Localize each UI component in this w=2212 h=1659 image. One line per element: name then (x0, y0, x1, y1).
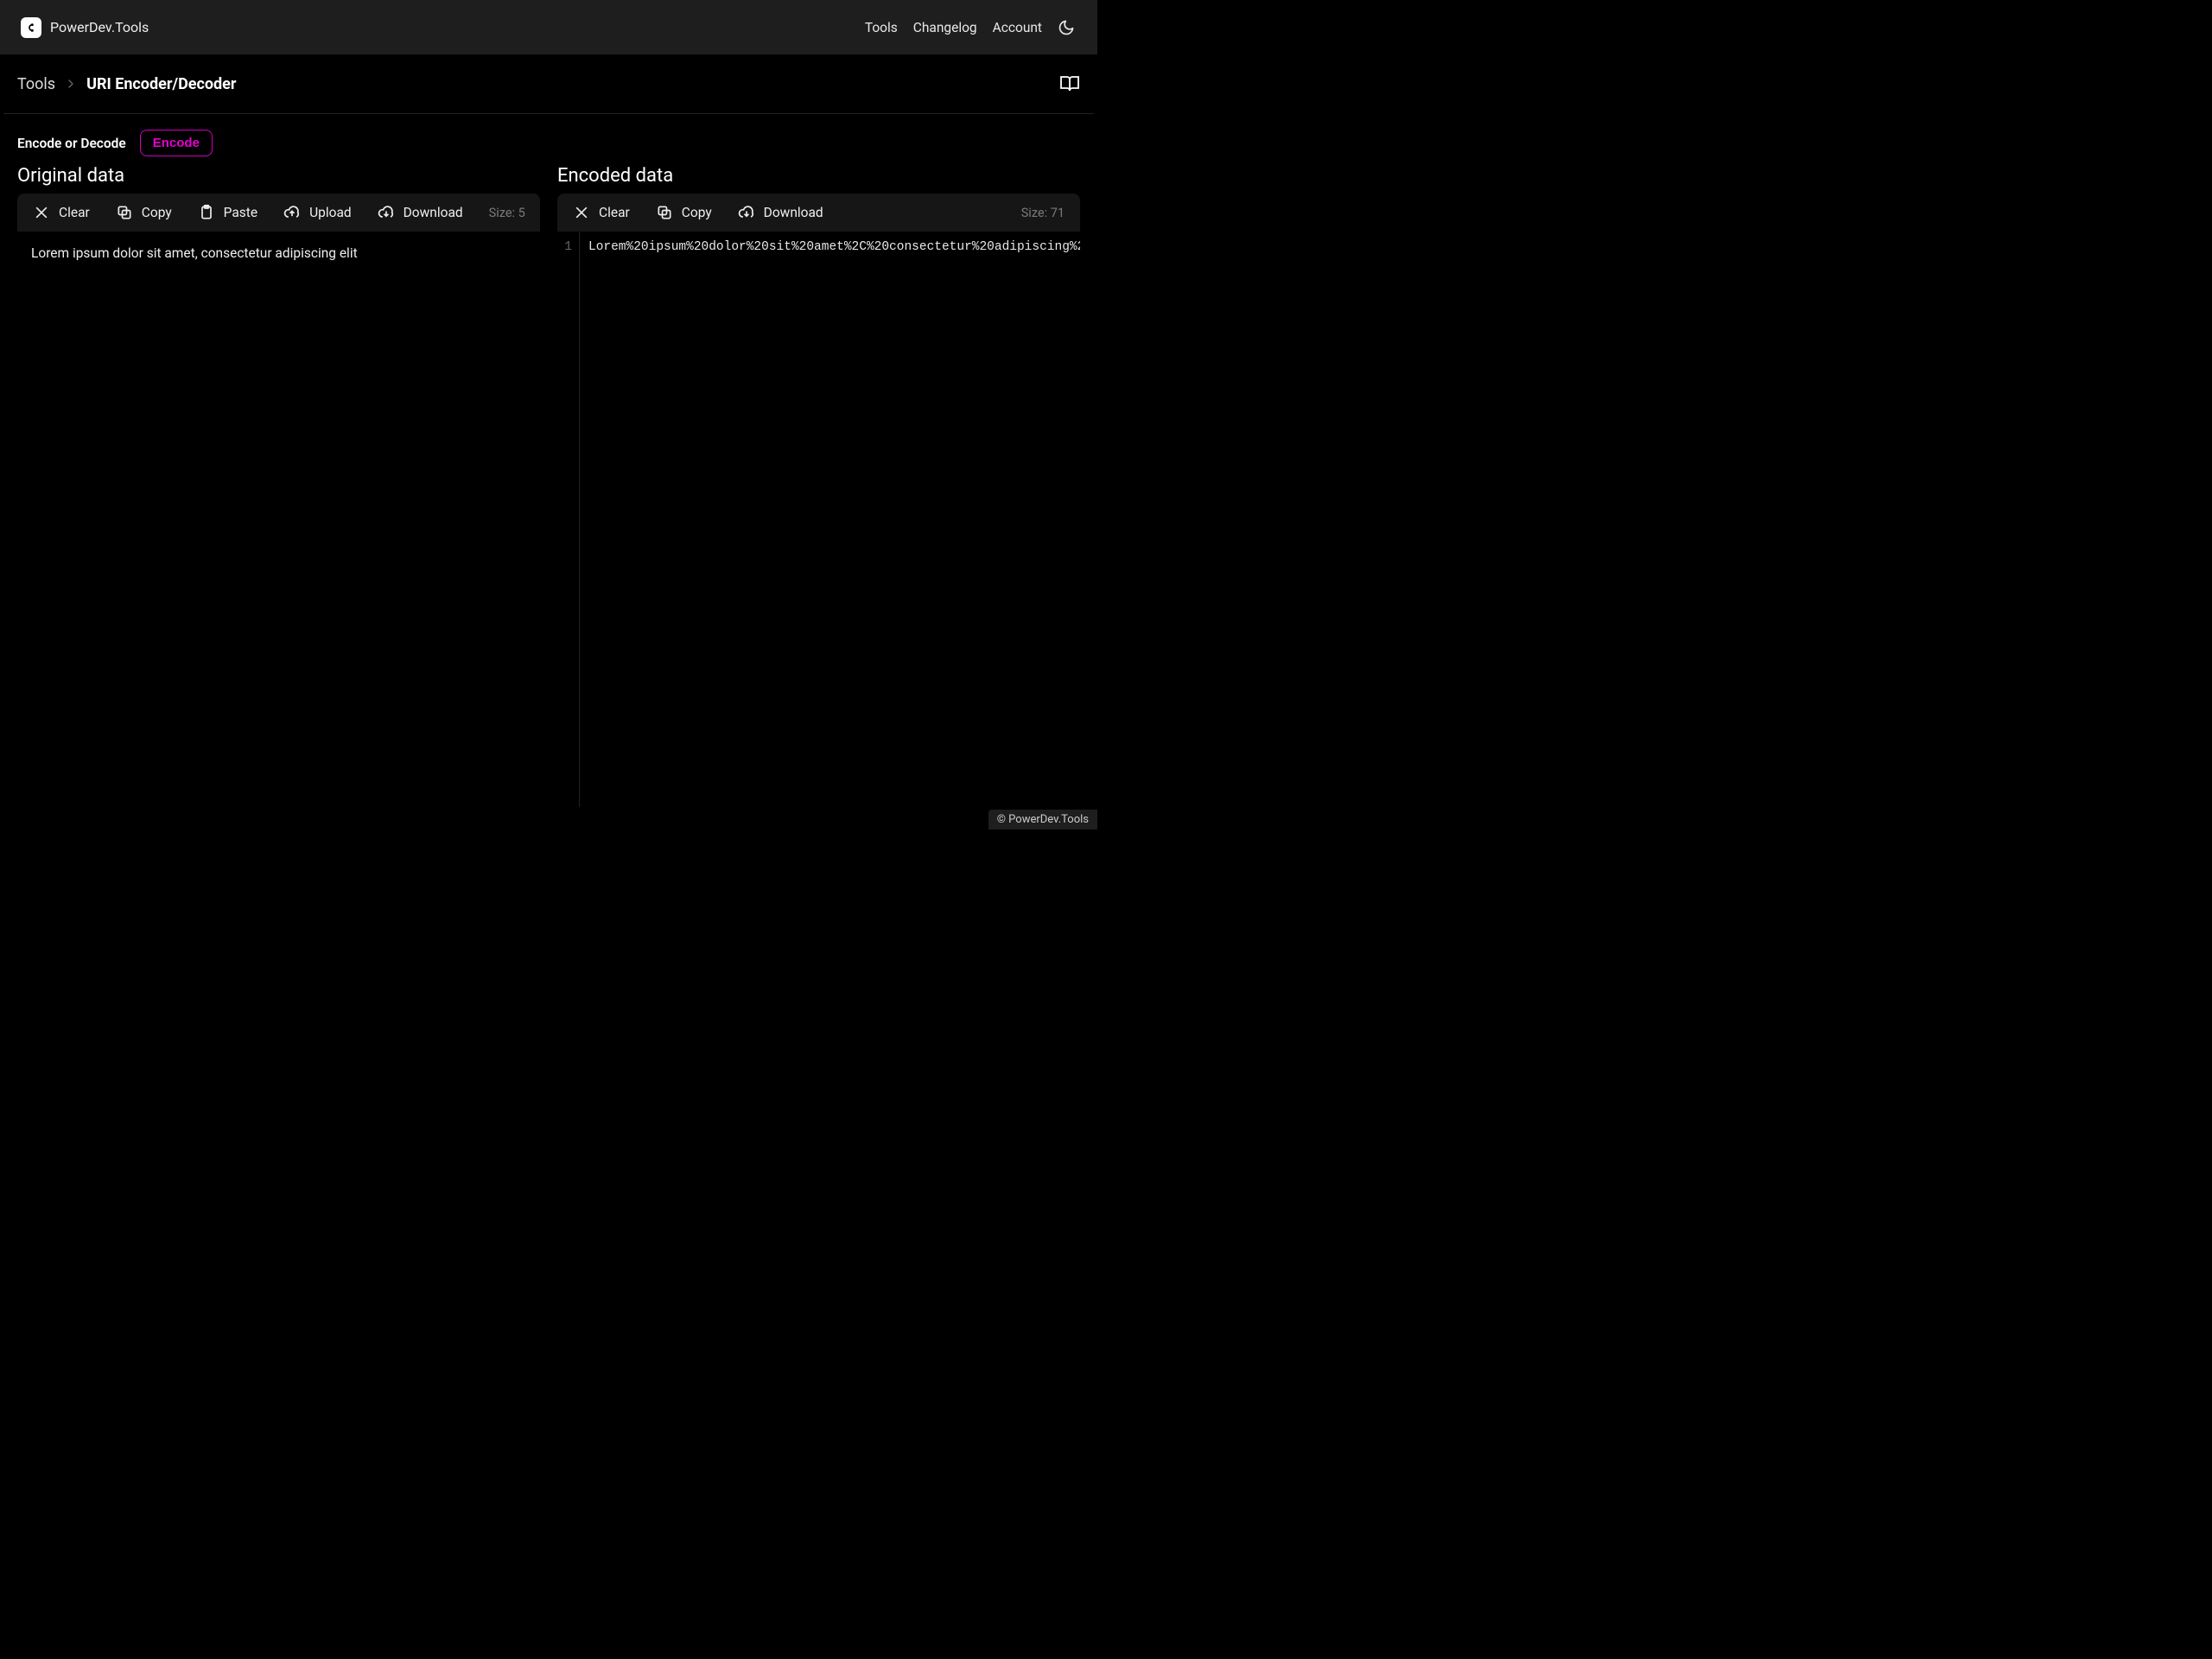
cloud-upload-icon (283, 204, 301, 221)
copy-icon (116, 204, 133, 221)
breadcrumb-parent[interactable]: Tools (17, 75, 55, 93)
original-size-label: Size: 5 (489, 206, 525, 220)
pane-original-box: Clear Copy Paste Upload (17, 194, 540, 807)
encoded-code: Lorem%20ipsum%20dolor%20sit%20amet%2C%20… (580, 232, 1080, 807)
encoded-toolbar: Clear Copy Download Size: 71 (557, 194, 1080, 232)
encoded-download-label: Download (764, 205, 823, 220)
mode-label: Encode or Decode (17, 136, 126, 151)
encoded-clear-button[interactable]: Clear (573, 204, 630, 221)
panes: Original data Clear Copy Paste (3, 165, 1094, 807)
brand[interactable]: PowerDev.Tools (21, 17, 149, 38)
pane-original: Original data Clear Copy Paste (17, 165, 540, 807)
docs-button[interactable] (1059, 73, 1080, 94)
encoded-copy-label: Copy (682, 205, 712, 220)
original-copy-button[interactable]: Copy (116, 204, 172, 221)
original-input[interactable] (17, 232, 540, 807)
nav-changelog[interactable]: Changelog (913, 20, 977, 35)
original-upload-label: Upload (309, 205, 352, 220)
clipboard-icon (198, 204, 215, 221)
pane-encoded-title: Encoded data (557, 165, 1080, 187)
chevron-right-icon (64, 77, 78, 91)
original-upload-button[interactable]: Upload (283, 204, 352, 221)
original-clear-label: Clear (59, 205, 90, 220)
moon-icon (1058, 19, 1075, 36)
original-clear-button[interactable]: Clear (33, 204, 90, 221)
original-paste-label: Paste (224, 205, 257, 220)
page-body: Tools URI Encoder/Decoder Encode or Deco… (3, 54, 1094, 807)
encoded-download-button[interactable]: Download (738, 204, 823, 221)
original-copy-label: Copy (142, 205, 172, 220)
cloud-download-icon (378, 204, 395, 221)
header-nav: Tools Changelog Account (865, 18, 1077, 37)
nav-account[interactable]: Account (993, 20, 1042, 35)
line-gutter: 1 (557, 232, 580, 807)
original-download-button[interactable]: Download (378, 204, 463, 221)
page-title: URI Encoder/Decoder (86, 75, 236, 93)
footer-copyright: © PowerDev.Tools (988, 810, 1097, 830)
brand-logo-icon (21, 17, 41, 38)
encoded-size-label: Size: 71 (1021, 206, 1065, 220)
brand-name: PowerDev.Tools (50, 19, 149, 35)
pane-encoded-box: Clear Copy Download Size: 71 1 (557, 194, 1080, 807)
breadcrumb-bar: Tools URI Encoder/Decoder (3, 54, 1094, 114)
mode-row: Encode or Decode Encode (3, 114, 1094, 165)
mode-select[interactable]: Encode (140, 130, 213, 156)
pane-original-title: Original data (17, 165, 540, 187)
app-header: PowerDev.Tools Tools Changelog Account (0, 0, 1097, 54)
encoded-copy-button[interactable]: Copy (656, 204, 712, 221)
theme-toggle-button[interactable] (1058, 18, 1077, 37)
close-icon (573, 204, 590, 221)
original-paste-button[interactable]: Paste (198, 204, 257, 221)
cloud-download-icon (738, 204, 755, 221)
line-number: 1 (557, 240, 572, 254)
encoded-output[interactable]: 1 Lorem%20ipsum%20dolor%20sit%20amet%2C%… (557, 232, 1080, 807)
pane-encoded: Encoded data Clear Copy Download (557, 165, 1080, 807)
nav-tools[interactable]: Tools (865, 20, 898, 35)
book-open-icon (1059, 73, 1080, 94)
encoded-clear-label: Clear (599, 205, 630, 220)
original-download-label: Download (404, 205, 463, 220)
breadcrumb: Tools URI Encoder/Decoder (17, 75, 237, 93)
copy-icon (656, 204, 673, 221)
close-icon (33, 204, 50, 221)
original-toolbar: Clear Copy Paste Upload (17, 194, 540, 232)
